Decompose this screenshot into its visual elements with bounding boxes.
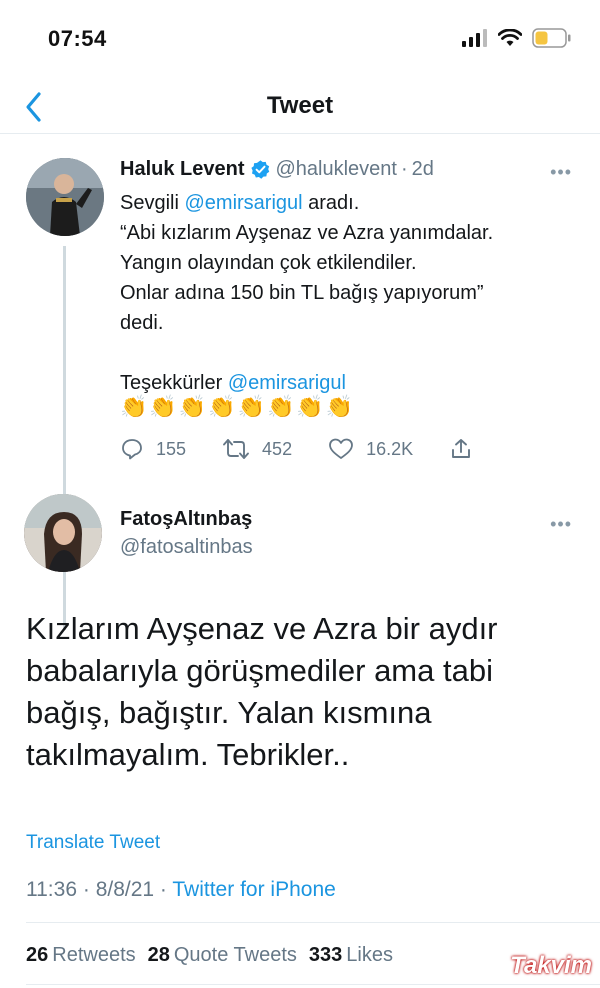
tweet-line: “Abi kızlarım Ayşenaz ve Azra yanımdalar… xyxy=(120,222,494,244)
author-handle[interactable]: @fatosaltinbas xyxy=(120,536,253,559)
heart-icon xyxy=(329,438,353,459)
wifi-icon xyxy=(498,29,522,46)
tweet-line: Yangın olayından çok etkilendiler. xyxy=(120,252,417,274)
tweet-time[interactable]: 2d xyxy=(412,158,434,181)
retweet-button[interactable]: 452 xyxy=(222,437,292,461)
translate-tweet-link[interactable]: Translate Tweet xyxy=(26,832,160,854)
author-name[interactable]: Haluk Levent xyxy=(120,158,244,181)
verified-badge-icon xyxy=(251,160,270,179)
tweet-line: Onlar adına 150 bin TL bağış yapıyorum” xyxy=(120,282,484,304)
tweet-meta: 11:36 · 8/8/21 · Twitter for iPhone xyxy=(26,878,336,902)
tweet-text: Kızlarım Ayşenaz ve Azra bir aydır babal… xyxy=(26,608,586,776)
reply-count: 155 xyxy=(156,438,187,459)
divider xyxy=(26,922,600,923)
author-name[interactable]: FatoşAltınbaş xyxy=(120,508,252,531)
signal-icon xyxy=(462,29,487,47)
separator-dot: · xyxy=(82,878,90,901)
watermark-text: Takvim xyxy=(510,952,592,979)
more-options-icon[interactable]: ••• xyxy=(550,162,572,183)
retweet-count: 452 xyxy=(262,438,293,459)
status-icons xyxy=(462,28,572,48)
reply-icon xyxy=(122,439,142,460)
status-time: 07:54 xyxy=(48,26,107,51)
nav-bar: Tweet xyxy=(0,78,600,134)
thread-line xyxy=(63,246,66,630)
tweet-stats: 26 Retweets 28 Quote Tweets 333 Likes xyxy=(26,944,393,967)
page-title: Tweet xyxy=(266,92,334,119)
divider xyxy=(26,984,600,985)
more-options-icon[interactable]: ••• xyxy=(550,514,572,535)
mention-link[interactable]: @emirsarigul xyxy=(228,372,346,394)
tweet-line: bağış, bağıştır. Yalan kısmına xyxy=(26,695,432,730)
mention-link[interactable]: @emirsarigul xyxy=(184,192,302,214)
like-button[interactable]: 16.2K xyxy=(328,437,413,461)
avatar-photo-icon xyxy=(26,158,104,236)
separator-dot: · xyxy=(159,878,167,901)
author-handle[interactable]: @haluklevent xyxy=(275,158,396,181)
tweet-time: 11:36 xyxy=(26,878,77,901)
retweet-icon xyxy=(223,439,249,459)
likes-stat[interactable]: 333 Likes xyxy=(309,944,393,967)
watermark-logo: Takvim xyxy=(490,950,592,984)
tweet-line: babalarıyla görüşmediler ama tabi xyxy=(26,653,493,688)
tweet-header: Haluk Levent @haluklevent · 2d xyxy=(120,158,434,181)
share-icon xyxy=(452,439,471,458)
share-button[interactable] xyxy=(449,437,473,461)
tweet-line: Kızlarım Ayşenaz ve Azra bir aydır xyxy=(26,611,498,646)
clapping-hands-emoji: 👏👏👏👏👏👏👏👏 xyxy=(120,394,356,419)
status-bar: 07:54 xyxy=(0,0,600,70)
separator-dot: · xyxy=(400,158,408,180)
avatar[interactable] xyxy=(24,494,102,572)
reply-button[interactable]: 155 xyxy=(120,437,186,461)
tweet-actions: 155 452 16.2K xyxy=(120,434,510,464)
tweet-line: Sevgili @emirsarigul aradı. xyxy=(120,192,360,214)
client-link[interactable]: Twitter for iPhone xyxy=(172,878,335,901)
avatar[interactable] xyxy=(26,158,104,236)
battery-icon xyxy=(532,28,571,48)
avatar-photo-icon xyxy=(24,494,102,572)
retweets-stat[interactable]: 26 Retweets xyxy=(26,944,136,967)
tweet-date: 8/8/21 xyxy=(95,878,155,901)
tweet-line: dedi. xyxy=(120,312,164,334)
like-count: 16.2K xyxy=(366,438,414,459)
quote-tweets-stat[interactable]: 28 Quote Tweets xyxy=(148,944,297,967)
tweet-text: Sevgili @emirsarigul aradı. “Abi kızları… xyxy=(120,188,560,398)
parent-tweet[interactable]: Haluk Levent @haluklevent · 2d ••• Sevgi… xyxy=(0,150,600,630)
tweet-line: takılmayalım. Tebrikler.. xyxy=(26,737,350,772)
